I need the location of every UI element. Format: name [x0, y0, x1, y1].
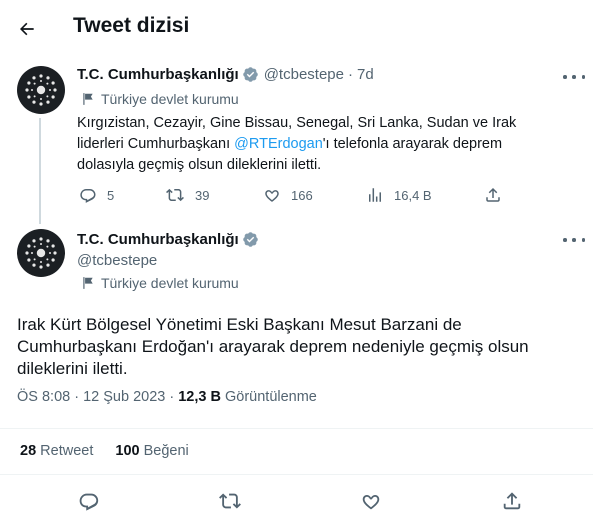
- page-title: Tweet dizisi: [73, 14, 190, 37]
- like-count: 166: [291, 187, 313, 203]
- views-icon: [369, 188, 381, 202]
- like-button[interactable]: 166: [263, 186, 313, 204]
- avatar[interactable]: [17, 66, 65, 114]
- avatar[interactable]: [17, 229, 65, 277]
- author-name[interactable]: T.C. Cumhurbaşkanlığı: [77, 66, 239, 83]
- reply-count: 5: [107, 187, 115, 203]
- tweet2-text: Irak Kürt Bölgesel Yönetimi Eski Başkanı…: [17, 315, 529, 378]
- header: Tweet dizisi: [0, 0, 593, 56]
- views-count: 16,4 B: [394, 187, 432, 203]
- retweet-stat-label: Retweet: [40, 443, 94, 459]
- retweet-button[interactable]: [218, 489, 242, 513]
- government-flag-icon: [83, 277, 93, 289]
- reply-icon: [80, 189, 96, 203]
- tweet2-handle-row: @tcbestepe: [77, 252, 157, 269]
- share-icon: [503, 492, 521, 510]
- retweet-button[interactable]: 39: [165, 186, 209, 204]
- reply-icon: [79, 493, 99, 511]
- tweet2-gov-label: Türkiye devlet kurumu: [81, 275, 239, 291]
- share-button[interactable]: [484, 186, 512, 204]
- reply-button[interactable]: [77, 489, 101, 513]
- like-icon: [362, 495, 380, 510]
- like-button[interactable]: [359, 489, 383, 513]
- tweet1-actions: 5 39 166 16,4 B: [0, 186, 593, 208]
- gov-label-text: Türkiye devlet kurumu: [101, 91, 239, 107]
- retweet-stat[interactable]: 28 Retweet: [20, 443, 93, 459]
- government-flag-icon: [83, 93, 93, 105]
- tweet2-stats: 28 Retweet 100 Beğeni: [20, 443, 211, 459]
- like-stat-label: Beğeni: [143, 443, 189, 459]
- gov-label-text: Türkiye devlet kurumu: [101, 275, 239, 291]
- author-name[interactable]: T.C. Cumhurbaşkanlığı: [77, 231, 239, 248]
- verified-badge-icon: [242, 231, 259, 248]
- tweet1-author-row: T.C. Cumhurbaşkanlığı @tcbestepe · 7d: [77, 66, 374, 83]
- more-icon[interactable]: [563, 234, 585, 246]
- author-handle[interactable]: @tcbestepe: [77, 252, 157, 269]
- retweet-count: 39: [195, 187, 210, 203]
- like-icon: [265, 190, 279, 202]
- back-arrow-icon[interactable]: [14, 16, 40, 42]
- verified-badge-icon: [242, 66, 259, 83]
- like-stat-count: 100: [115, 443, 140, 459]
- reply-button[interactable]: 5: [79, 186, 114, 204]
- thread-connector: [39, 118, 41, 224]
- separator-dot: ·: [347, 66, 353, 83]
- share-icon: [486, 187, 500, 202]
- tweet2-meta: ÖS 8:08 · 12 Şub 2023 · 12,3 B Görüntüle…: [17, 389, 317, 405]
- mention-link[interactable]: @RTErdogan: [234, 136, 323, 152]
- tweet-timestamp[interactable]: ÖS 8:08 · 12 Şub 2023: [17, 389, 165, 405]
- tweet-time[interactable]: 7d: [357, 66, 374, 83]
- divider: [0, 474, 593, 475]
- more-icon[interactable]: [563, 71, 585, 83]
- retweet-stat-count: 28: [20, 443, 37, 459]
- tweet2-author-row: T.C. Cumhurbaşkanlığı: [77, 231, 259, 248]
- divider: [0, 428, 593, 429]
- view-label: Görüntülenme: [224, 389, 317, 405]
- presidential-seal-icon: [25, 237, 57, 269]
- separator-dot: ·: [165, 389, 179, 405]
- tweet1-text: Kırgızistan, Cezayir, Gine Bissau, Seneg…: [77, 113, 557, 176]
- like-stat[interactable]: 100 Beğeni: [115, 443, 188, 459]
- retweet-icon: [219, 493, 241, 509]
- retweet-icon: [166, 188, 184, 202]
- views-button[interactable]: 16,4 B: [366, 186, 432, 204]
- presidential-seal-icon: [25, 74, 57, 106]
- author-handle[interactable]: @tcbestepe: [264, 66, 344, 83]
- share-button[interactable]: [500, 489, 524, 513]
- tweet1-gov-label: Türkiye devlet kurumu: [81, 91, 239, 107]
- view-count: 12,3 B: [178, 389, 221, 405]
